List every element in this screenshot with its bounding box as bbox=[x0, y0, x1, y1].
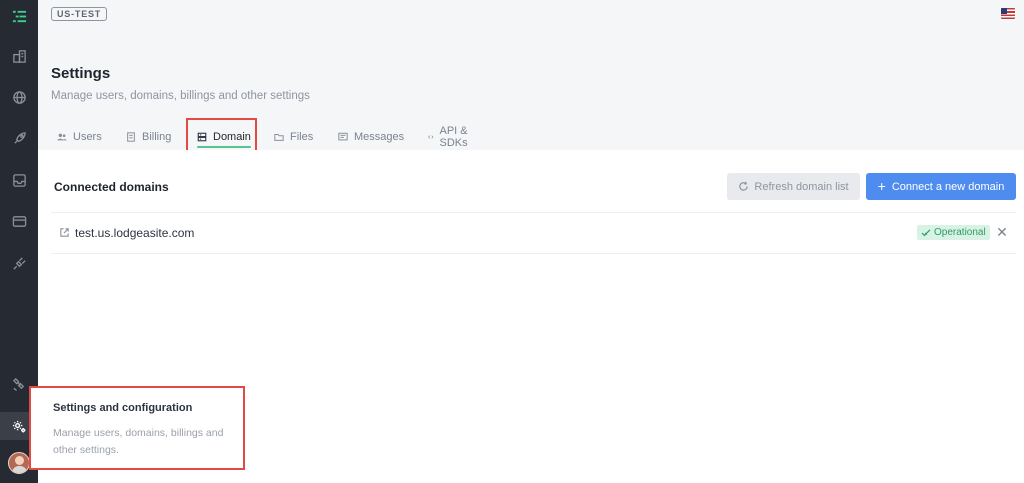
avatar-head bbox=[15, 456, 24, 465]
refresh-label: Refresh domain list bbox=[754, 180, 849, 193]
flag-canton bbox=[1001, 8, 1007, 14]
users-icon bbox=[57, 133, 67, 141]
credit-card-icon bbox=[12, 215, 26, 227]
plus-icon: + bbox=[877, 178, 886, 194]
globe-icon bbox=[12, 90, 26, 104]
sidebar-item-launch[interactable] bbox=[0, 123, 38, 153]
gear-icon bbox=[12, 420, 25, 432]
tab-users[interactable]: Users bbox=[57, 126, 102, 148]
status-text: Operational bbox=[934, 227, 986, 238]
settings-tooltip: Settings and configuration Manage users,… bbox=[29, 386, 245, 470]
avatar[interactable] bbox=[8, 452, 30, 474]
table-row: test.us.lodgeasite.com Operational ✕ bbox=[51, 213, 1016, 253]
sidebar-item-websites[interactable] bbox=[0, 82, 38, 112]
status-badge: Operational bbox=[917, 225, 990, 240]
inbox-icon bbox=[12, 173, 26, 187]
satellite-icon bbox=[12, 377, 24, 391]
page-subtitle: Manage users, domains, billings and othe… bbox=[51, 90, 310, 102]
sidebar-item-properties[interactable] bbox=[0, 41, 38, 71]
tab-label: Files bbox=[290, 131, 314, 143]
tooltip-text: Manage users, domains, billings and othe… bbox=[53, 427, 224, 456]
rocket-icon bbox=[13, 131, 26, 144]
us-flag-icon[interactable] bbox=[1001, 8, 1015, 19]
tab-label: Billing bbox=[142, 131, 172, 143]
divider bbox=[51, 253, 1016, 254]
section-title: Connected domains bbox=[54, 180, 169, 194]
tab-messages[interactable]: Messages bbox=[338, 126, 404, 148]
receipt-icon bbox=[127, 132, 135, 142]
tab-label: Users bbox=[73, 131, 102, 143]
avatar-body bbox=[12, 466, 27, 473]
refresh-icon bbox=[739, 181, 749, 191]
sidebar-item-billing[interactable] bbox=[0, 206, 38, 236]
sidebar-item-menu[interactable] bbox=[0, 1, 38, 31]
remove-domain-button[interactable]: ✕ bbox=[995, 225, 1009, 239]
plug-icon bbox=[12, 256, 26, 270]
code-icon bbox=[428, 135, 434, 139]
folder-icon bbox=[274, 134, 284, 141]
connect-new-domain-button[interactable]: + Connect a new domain bbox=[866, 173, 1016, 200]
page-title: Settings bbox=[51, 65, 111, 82]
external-link-icon[interactable] bbox=[59, 227, 70, 238]
tab-api-sdks[interactable]: API & SDKs bbox=[428, 125, 472, 149]
refresh-domain-list-button[interactable]: Refresh domain list bbox=[727, 173, 860, 200]
domain-name[interactable]: test.us.lodgeasite.com bbox=[75, 226, 194, 240]
building-icon bbox=[12, 49, 26, 63]
tooltip-title: Settings and configuration bbox=[53, 402, 193, 414]
tab-label: API & SDKs bbox=[439, 125, 468, 149]
check-icon bbox=[921, 228, 931, 236]
connect-label: Connect a new domain bbox=[891, 180, 1005, 193]
menu-icon bbox=[12, 10, 26, 22]
tab-files[interactable]: Files bbox=[274, 126, 313, 148]
sidebar-item-inbox[interactable] bbox=[0, 165, 38, 195]
sidebar-item-integrations[interactable] bbox=[0, 248, 38, 278]
env-badge: US-TEST bbox=[51, 7, 108, 21]
tab-label: Messages bbox=[354, 131, 405, 143]
tab-billing[interactable]: Billing bbox=[126, 126, 171, 148]
message-icon bbox=[338, 132, 348, 141]
